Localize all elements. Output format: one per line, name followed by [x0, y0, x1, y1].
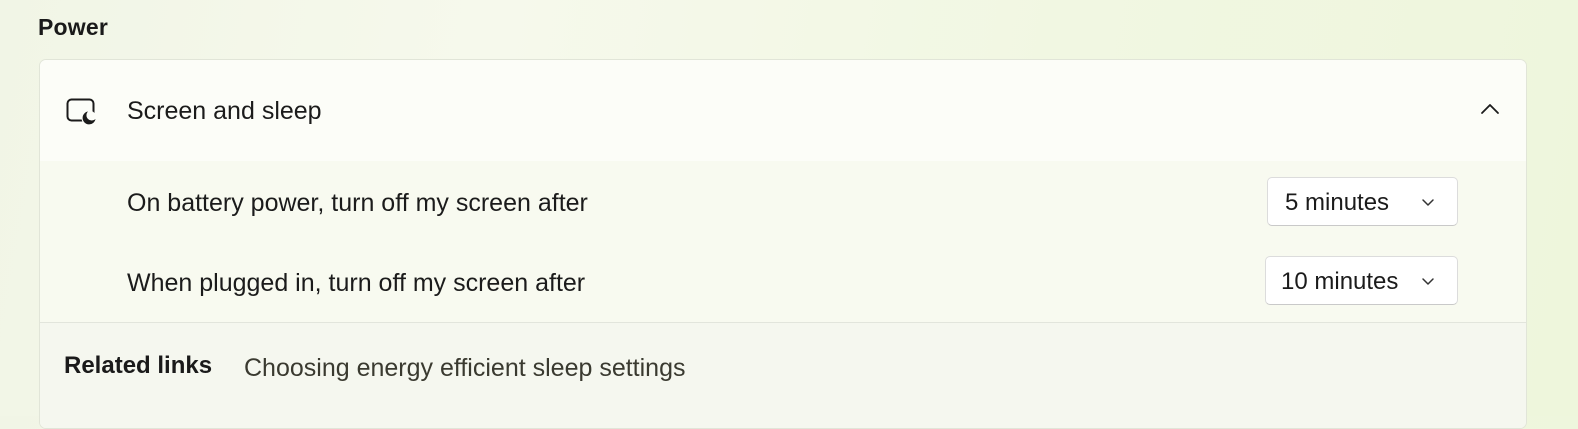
screen-and-sleep-settings: On battery power, turn off my screen aft… — [40, 161, 1526, 323]
battery-screen-off-value: 5 minutes — [1285, 189, 1390, 216]
battery-screen-off-dropdown[interactable]: 5 minutes — [1267, 177, 1458, 226]
battery-screen-off-label: On battery power, turn off my screen aft… — [127, 189, 588, 217]
plugged-in-screen-off-row: When plugged in, turn off my screen afte… — [40, 241, 1526, 320]
screen-and-sleep-card: Screen and sleep On battery power, turn … — [39, 59, 1527, 429]
energy-efficient-sleep-link[interactable]: Choosing energy efficient sleep settings — [244, 354, 685, 383]
battery-screen-off-row: On battery power, turn off my screen aft… — [40, 161, 1526, 240]
chevron-down-icon — [1422, 199, 1434, 206]
chevron-down-icon — [1422, 278, 1434, 285]
chevron-up-icon[interactable] — [1480, 102, 1500, 116]
plugged-in-screen-off-value: 10 minutes — [1281, 268, 1399, 295]
related-links-section: Related links Choosing energy efficient … — [40, 323, 1526, 428]
section-title: Power — [38, 14, 109, 40]
plugged-in-screen-off-dropdown[interactable]: 10 minutes — [1265, 256, 1458, 305]
screen-and-sleep-header[interactable]: Screen and sleep — [40, 60, 1526, 162]
plugged-in-screen-off-label: When plugged in, turn off my screen afte… — [127, 269, 586, 297]
screen-sleep-icon — [66, 98, 97, 126]
related-links-title: Related links — [64, 352, 213, 379]
screen-and-sleep-label: Screen and sleep — [127, 97, 322, 125]
